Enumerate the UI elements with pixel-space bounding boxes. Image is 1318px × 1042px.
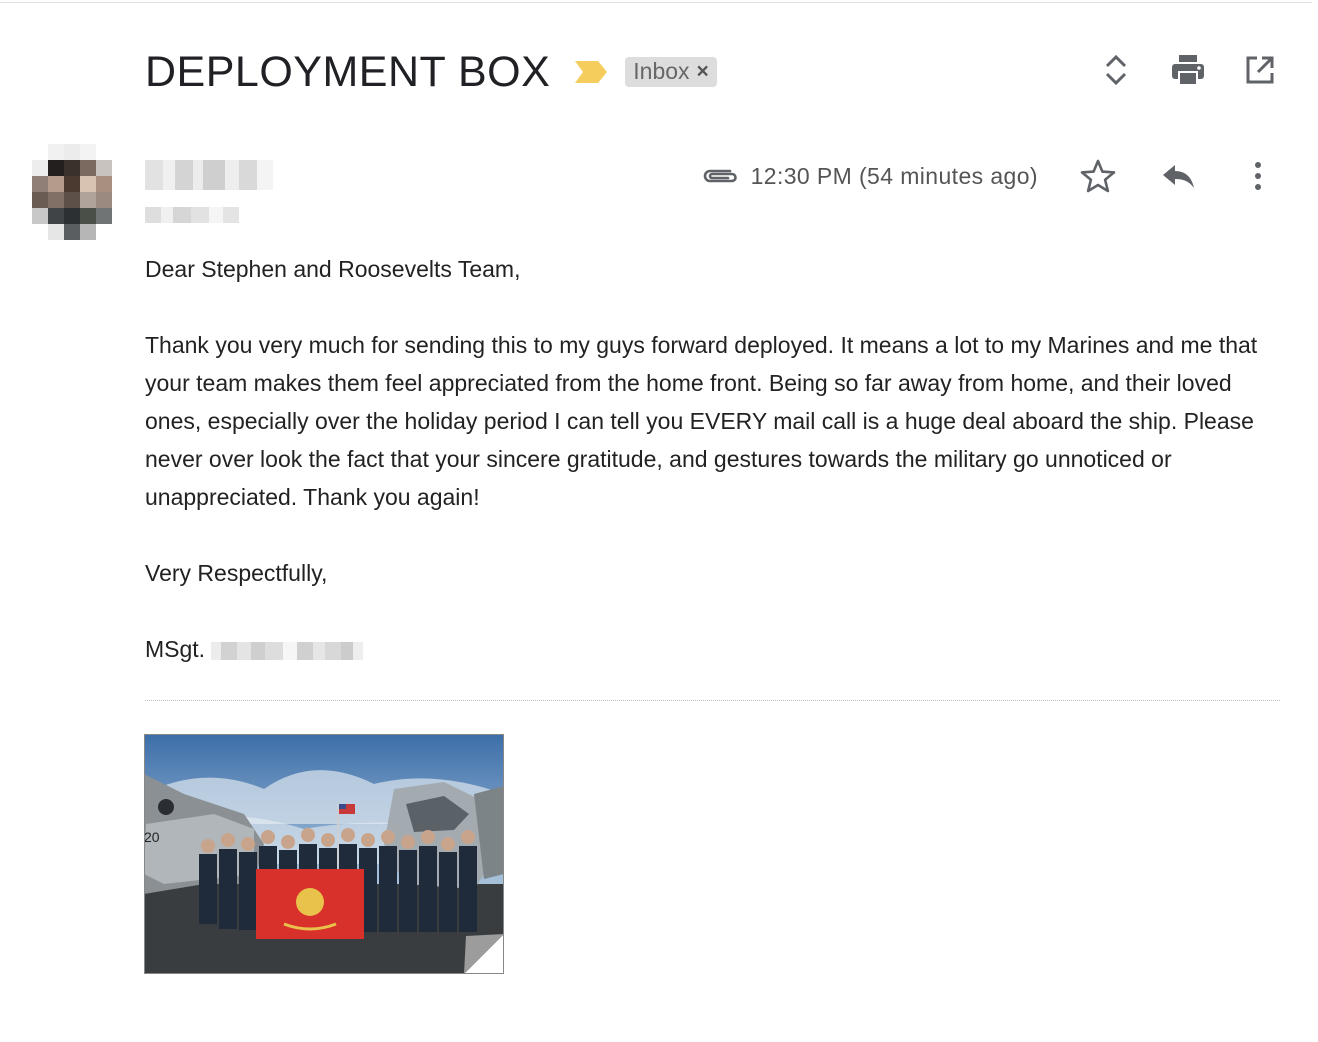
sender-avatar[interactable]	[32, 144, 112, 240]
sender-email-redacted	[145, 207, 239, 223]
inbox-label-chip: Inbox ×	[625, 57, 717, 87]
message-timestamp: 12:30 PM (54 minutes ago)	[750, 162, 1038, 189]
message-meta: 12:30 PM (54 minutes ago)	[700, 152, 1278, 200]
open-new-window-button[interactable]	[1242, 52, 1278, 88]
subject-header: DEPLOYMENT BOX Inbox ×	[145, 44, 717, 100]
expand-all-button[interactable]	[1098, 52, 1134, 88]
reply-icon	[1163, 165, 1194, 188]
attachment-image-thumbnail[interactable]: 20	[144, 734, 504, 974]
reply-button[interactable]	[1158, 156, 1198, 196]
subject-title: DEPLOYMENT BOX	[145, 48, 551, 96]
signature-name-redacted	[211, 641, 364, 660]
paperclip-icon	[703, 169, 737, 183]
svg-text:20: 20	[144, 829, 160, 845]
signature-line: MSgt.	[145, 630, 1285, 668]
more-vert-icon	[1255, 162, 1261, 190]
message-body: Dear Stephen and Roosevelts Team, Thank …	[145, 250, 1285, 706]
top-divider	[0, 2, 1312, 3]
open-new-window-icon	[1246, 56, 1274, 84]
more-options-button[interactable]	[1238, 156, 1278, 196]
print-button[interactable]	[1170, 52, 1206, 88]
label-chip-text: Inbox	[633, 58, 690, 84]
print-icon	[1172, 55, 1204, 86]
star-button[interactable]	[1078, 156, 1118, 196]
body-paragraph: Thank you very much for sending this to …	[145, 332, 1258, 510]
remove-label-icon[interactable]: ×	[697, 60, 709, 84]
thread-toolbar	[1098, 52, 1278, 88]
sender-name-redacted	[145, 160, 273, 190]
greeting-text: Dear Stephen and Roosevelts Team,	[145, 256, 521, 282]
attachment-divider	[145, 700, 1280, 701]
signature-rank: MSgt.	[145, 636, 206, 662]
expand-collapse-icon	[1105, 54, 1127, 86]
closing-text: Very Respectfully,	[145, 560, 328, 586]
importance-marker-icon[interactable]	[574, 60, 608, 84]
star-icon	[1080, 159, 1116, 193]
